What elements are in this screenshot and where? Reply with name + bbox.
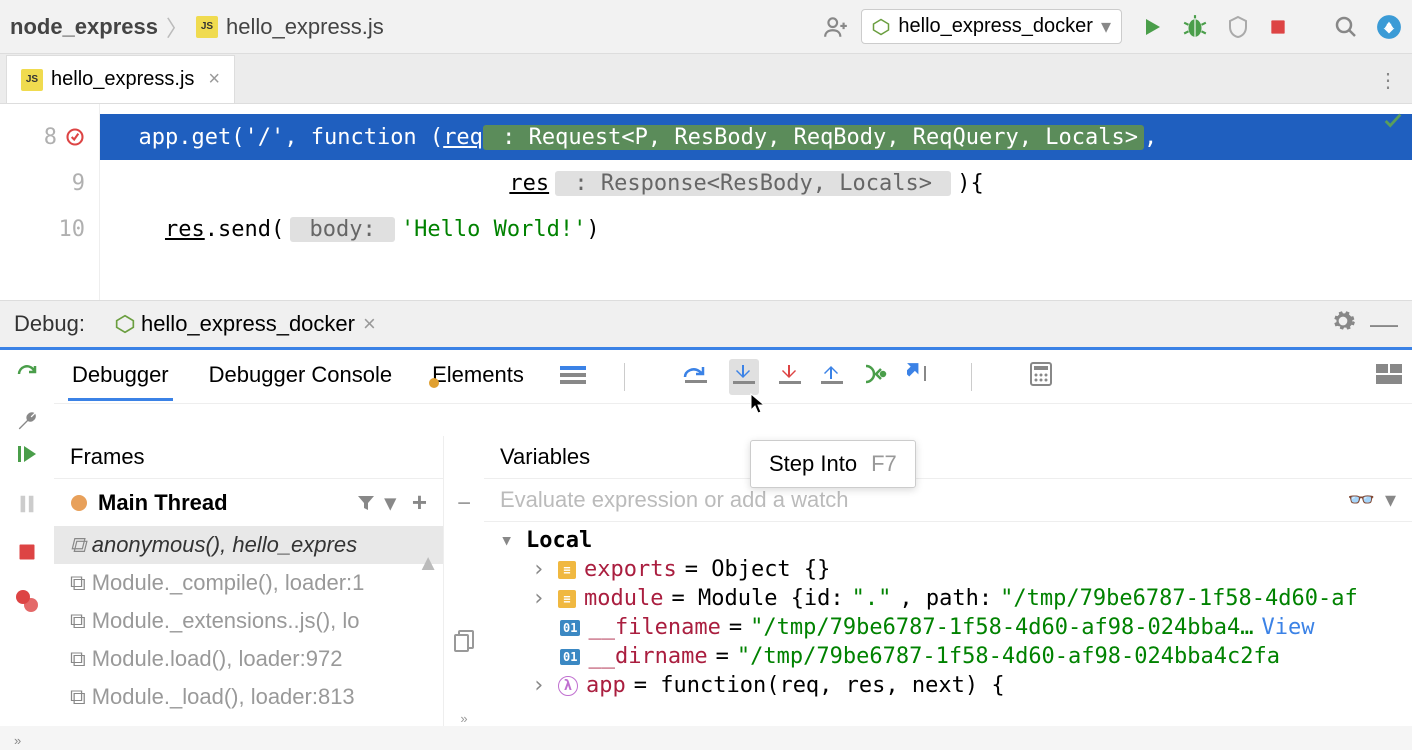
- check-icon: [1382, 110, 1404, 138]
- drop-frame-button[interactable]: [907, 363, 933, 391]
- tab-menu-icon[interactable]: ⋮: [1378, 68, 1398, 93]
- step-into-button[interactable]: [729, 359, 759, 395]
- search-button[interactable]: [1334, 15, 1358, 39]
- switch-frames-hint[interactable]: Switch frames from anywhere ..×: [54, 716, 443, 726]
- stack-frame[interactable]: ⧉Module._compile(), loader:1: [54, 564, 443, 602]
- threads-icon[interactable]: [560, 364, 586, 390]
- variable-tree[interactable]: ▾Local ›≡exports = Object {} ›≡module = …: [484, 522, 1412, 704]
- coverage-button[interactable]: [1226, 15, 1250, 39]
- debug-session-tab[interactable]: hello_express_docker: [141, 311, 355, 337]
- breadcrumb[interactable]: node_express 〉 JS hello_express.js: [10, 11, 384, 43]
- editor-tabs: JS hello_express.js × ⋮: [0, 54, 1412, 104]
- cursor-icon: [749, 392, 769, 416]
- gutter[interactable]: 8 9 10: [0, 104, 100, 300]
- chevron-down-icon[interactable]: ▾: [1385, 487, 1396, 513]
- step-into-tooltip: Step Into F7: [750, 440, 916, 488]
- node-icon: [115, 314, 135, 334]
- stop-button[interactable]: [1268, 17, 1288, 37]
- tab-elements[interactable]: Elements: [428, 352, 528, 401]
- stack-frame[interactable]: ⧉anonymous(), hello_expres: [54, 526, 443, 564]
- debug-panel-header: Debug: hello_express_docker × —: [0, 300, 1412, 350]
- breakpoints-button[interactable]: [15, 589, 39, 616]
- close-tab-icon[interactable]: ×: [208, 68, 220, 91]
- minimize-icon[interactable]: —: [1370, 308, 1398, 340]
- run-button[interactable]: [1140, 15, 1164, 39]
- code-editor[interactable]: 8 9 10 app.get('/', function (req : Requ…: [0, 104, 1412, 300]
- user-icon[interactable]: [823, 14, 849, 40]
- rerun-button[interactable]: [15, 362, 39, 389]
- tab-debugger-console[interactable]: Debugger Console: [205, 352, 396, 401]
- debug-button[interactable]: [1182, 14, 1208, 40]
- filter-icon[interactable]: [357, 494, 375, 512]
- tab-debugger[interactable]: Debugger: [68, 352, 173, 401]
- close-session-icon[interactable]: ×: [363, 311, 376, 337]
- copy-icon[interactable]: [454, 630, 474, 655]
- eval-input[interactable]: Evaluate expression or add a watch: [500, 487, 1348, 513]
- chevron-down-icon[interactable]: ▾: [385, 490, 396, 516]
- glasses-icon[interactable]: 👓: [1348, 487, 1375, 513]
- resume-button[interactable]: [15, 442, 39, 469]
- more-vars-icon[interactable]: »: [460, 711, 467, 726]
- step-over-button[interactable]: [683, 363, 709, 391]
- evaluate-button[interactable]: [1030, 362, 1052, 392]
- collapse-icon[interactable]: −: [457, 490, 471, 518]
- run-to-cursor-button[interactable]: [863, 363, 887, 391]
- thread-row[interactable]: Main Thread ▾ +: [54, 479, 443, 526]
- breadcrumb-file[interactable]: hello_express.js: [226, 14, 384, 40]
- breakpoint-icon[interactable]: [65, 127, 85, 147]
- layout-button[interactable]: [1376, 364, 1402, 390]
- force-step-into-button[interactable]: [779, 363, 801, 391]
- step-out-button[interactable]: [821, 363, 843, 391]
- breadcrumb-project[interactable]: node_express: [10, 14, 158, 40]
- js-file-icon: JS: [21, 69, 43, 91]
- run-config-selector[interactable]: hello_express_docker ▾: [861, 9, 1122, 44]
- pause-button[interactable]: [16, 493, 38, 518]
- stack-frame[interactable]: ⧉Module._extensions..js(), lo: [54, 602, 443, 640]
- sync-button[interactable]: [1376, 14, 1402, 40]
- variables-header: Variables: [484, 436, 1412, 479]
- stop-debug-button[interactable]: [17, 542, 37, 565]
- gear-icon[interactable]: [1330, 308, 1356, 340]
- view-link[interactable]: View: [1261, 615, 1314, 640]
- more-button[interactable]: »: [14, 733, 21, 748]
- editor-tab[interactable]: JS hello_express.js ×: [6, 55, 235, 103]
- settings-wrench-icon[interactable]: [16, 411, 38, 436]
- stack-frame[interactable]: ⧉Module._load(), loader:813: [54, 678, 443, 716]
- js-file-icon: JS: [196, 16, 218, 38]
- frames-header: Frames: [54, 436, 443, 479]
- stack-frame[interactable]: ⧉Module.load(), loader:972: [54, 640, 443, 678]
- add-frame-icon[interactable]: +: [412, 487, 427, 518]
